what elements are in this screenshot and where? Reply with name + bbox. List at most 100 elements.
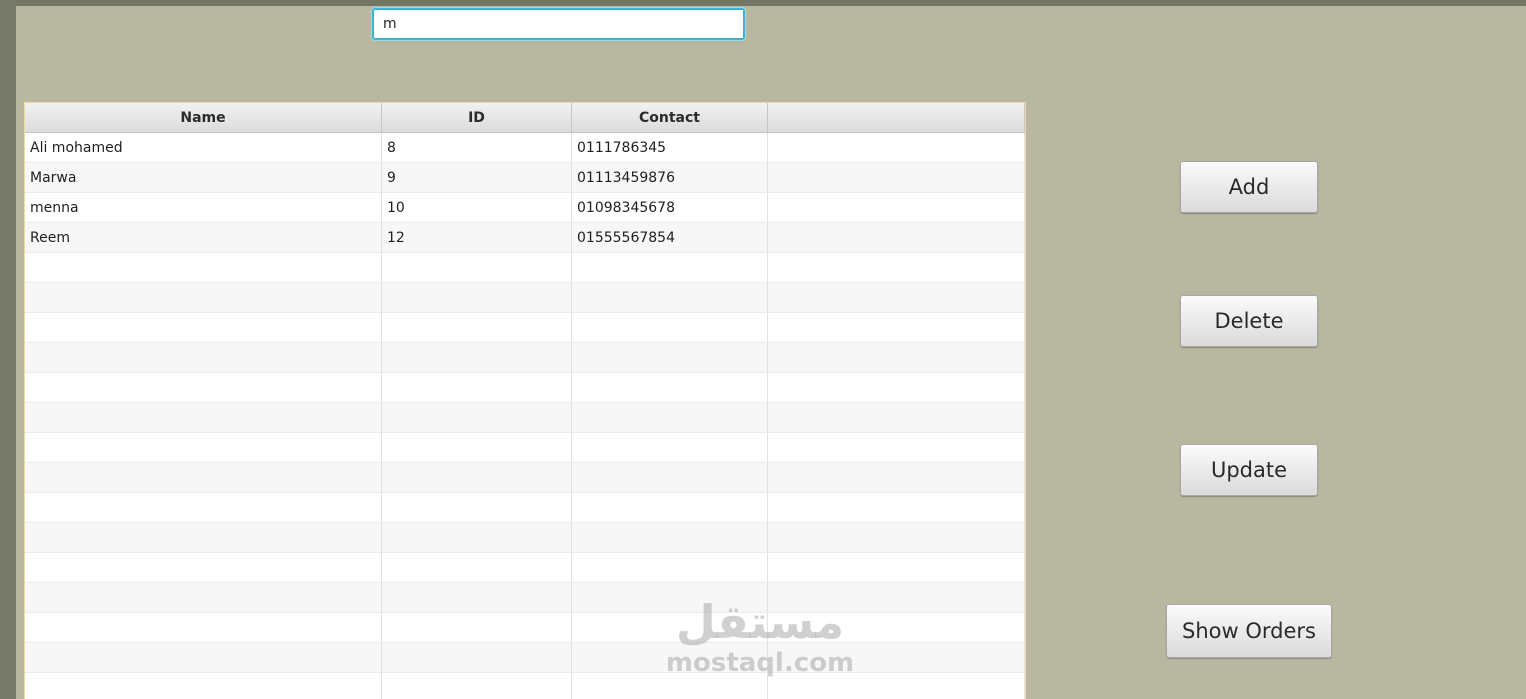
cell-name [25, 373, 382, 402]
cell-contact [572, 313, 768, 342]
cell-filler [768, 163, 1025, 192]
cell-contact [572, 403, 768, 432]
cell-id [382, 253, 572, 282]
table-row-empty[interactable] [25, 613, 1025, 643]
cell-id [382, 553, 572, 582]
column-header-name[interactable]: Name [25, 103, 382, 132]
table-row-empty[interactable] [25, 343, 1025, 373]
cell-id [382, 463, 572, 492]
cell-filler [768, 433, 1025, 462]
table-row-empty[interactable] [25, 313, 1025, 343]
cell-name [25, 583, 382, 612]
cell-filler [768, 193, 1025, 222]
table-row-empty[interactable] [25, 253, 1025, 283]
cell-contact [572, 343, 768, 372]
cell-contact: 01113459876 [572, 163, 768, 192]
cell-contact: 01098345678 [572, 193, 768, 222]
cell-id [382, 523, 572, 552]
cell-filler [768, 523, 1025, 552]
cell-contact [572, 553, 768, 582]
add-button[interactable]: Add [1180, 161, 1318, 213]
column-header-filler [768, 103, 1025, 132]
cell-contact: 0111786345 [572, 133, 768, 162]
cell-filler [768, 373, 1025, 402]
cell-contact [572, 523, 768, 552]
column-header-id[interactable]: ID [382, 103, 572, 132]
cell-id [382, 643, 572, 672]
cell-contact [572, 463, 768, 492]
table-row-empty[interactable] [25, 523, 1025, 553]
column-header-contact[interactable]: Contact [572, 103, 768, 132]
table-row[interactable]: Marwa 9 01113459876 [25, 163, 1025, 193]
delete-button[interactable]: Delete [1180, 295, 1318, 347]
table-row[interactable]: Ali mohamed 8 0111786345 [25, 133, 1025, 163]
table-row-empty[interactable] [25, 373, 1025, 403]
cell-contact [572, 283, 768, 312]
cell-name: menna [25, 193, 382, 222]
cell-id [382, 613, 572, 642]
cell-name [25, 433, 382, 462]
cell-contact [572, 493, 768, 522]
table-row-empty[interactable] [25, 403, 1025, 433]
show-orders-button[interactable]: Show Orders [1166, 604, 1332, 658]
table-header: Name ID Contact [25, 103, 1025, 133]
cell-filler [768, 553, 1025, 582]
table-row-empty[interactable] [25, 283, 1025, 313]
cell-id [382, 673, 572, 699]
cell-filler [768, 313, 1025, 342]
cell-contact [572, 643, 768, 672]
cell-contact [572, 373, 768, 402]
cell-filler [768, 133, 1025, 162]
cell-name [25, 523, 382, 552]
window-left-edge [0, 0, 16, 699]
cell-contact [572, 673, 768, 699]
table-body: Ali mohamed 8 0111786345 Marwa 9 01113459876 m… [25, 133, 1025, 699]
update-button[interactable]: Update [1180, 444, 1318, 496]
cell-filler [768, 283, 1025, 312]
cell-name: Ali mohamed [25, 133, 382, 162]
cell-name [25, 613, 382, 642]
cell-contact [572, 253, 768, 282]
cell-name [25, 553, 382, 582]
cell-id [382, 583, 572, 612]
cell-name [25, 403, 382, 432]
cell-id [382, 403, 572, 432]
table-row-empty[interactable] [25, 433, 1025, 463]
cell-name [25, 343, 382, 372]
cell-id: 12 [382, 223, 572, 252]
cell-id [382, 343, 572, 372]
cell-filler [768, 643, 1025, 672]
cell-name [25, 313, 382, 342]
cell-name [25, 673, 382, 699]
cell-name: Reem [25, 223, 382, 252]
table-row-empty[interactable] [25, 643, 1025, 673]
cell-id [382, 313, 572, 342]
cell-name [25, 643, 382, 672]
table-row-empty[interactable] [25, 493, 1025, 523]
cell-filler [768, 493, 1025, 522]
cell-filler [768, 463, 1025, 492]
table-row-empty[interactable] [25, 463, 1025, 493]
cell-filler [768, 613, 1025, 642]
search-input[interactable] [372, 8, 745, 40]
cell-id [382, 433, 572, 462]
cell-id: 8 [382, 133, 572, 162]
cell-name [25, 493, 382, 522]
cell-filler [768, 343, 1025, 372]
cell-contact [572, 433, 768, 462]
cell-contact [572, 583, 768, 612]
cell-filler [768, 583, 1025, 612]
table-row[interactable]: Reem 12 01555567854 [25, 223, 1025, 253]
cell-id [382, 373, 572, 402]
customers-table[interactable]: Name ID Contact Ali mohamed 8 0111786345 Ma… [24, 102, 1026, 699]
table-row[interactable]: menna 10 01098345678 [25, 193, 1025, 223]
cell-filler [768, 673, 1025, 699]
cell-filler [768, 253, 1025, 282]
table-row-empty[interactable] [25, 583, 1025, 613]
cell-name: Marwa [25, 163, 382, 192]
cell-id: 9 [382, 163, 572, 192]
cell-id: 10 [382, 193, 572, 222]
table-row-empty[interactable] [25, 673, 1025, 699]
cell-contact: 01555567854 [572, 223, 768, 252]
table-row-empty[interactable] [25, 553, 1025, 583]
